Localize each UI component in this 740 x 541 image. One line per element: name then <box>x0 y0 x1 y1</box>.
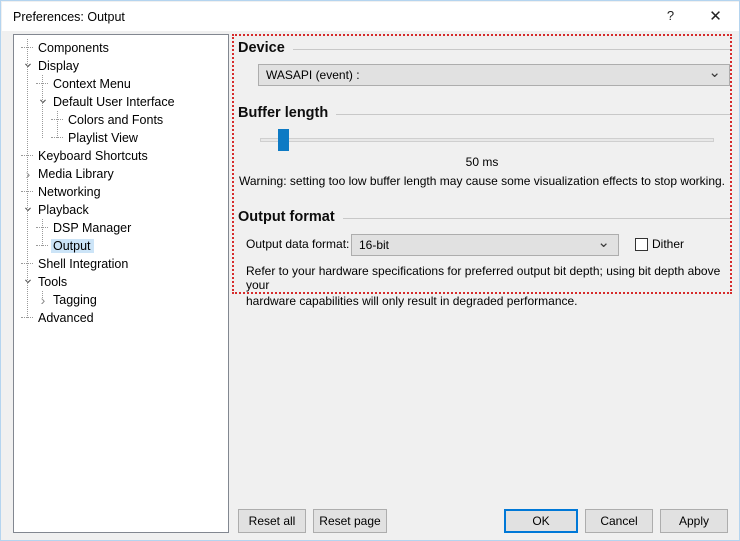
sidebar-item-label: Playlist View <box>68 131 138 145</box>
device-group: Device WASAPI (event) : <box>234 38 730 86</box>
tree-branch-line <box>50 111 66 129</box>
chevron-right-icon[interactable] <box>35 291 51 309</box>
window-title: Preferences: Output <box>13 9 125 24</box>
dither-checkbox[interactable]: Dither <box>635 237 684 251</box>
output-data-format-dropdown[interactable]: 16-bit <box>351 234 619 256</box>
device-dropdown-value: WASAPI (event) : <box>266 68 360 82</box>
apply-button[interactable]: Apply <box>660 509 728 533</box>
sidebar-item-playlist-view[interactable]: Playlist View <box>14 129 228 147</box>
preferences-tree[interactable]: Components Display Context Menu Default Use… <box>13 34 229 533</box>
sidebar-item-advanced[interactable]: Advanced <box>14 309 228 327</box>
tree-branch-line <box>20 147 36 165</box>
tree-connector-line <box>42 75 43 138</box>
ok-button[interactable]: OK <box>504 509 578 533</box>
sidebar-item-output[interactable]: Output <box>14 237 228 255</box>
sidebar-item-label: Output <box>51 239 94 253</box>
preferences-window: Preferences: Output ? ✕ Components Displa… <box>0 0 740 541</box>
chevron-down-icon[interactable] <box>20 273 36 291</box>
sidebar-item-label: Media Library <box>38 167 114 181</box>
reset-all-button[interactable]: Reset all <box>238 509 306 533</box>
buffer-length-value: 50 ms <box>465 155 499 169</box>
cancel-button[interactable]: Cancel <box>585 509 653 533</box>
slider-thumb[interactable] <box>278 129 289 151</box>
sidebar-item-label: DSP Manager <box>53 221 132 235</box>
sidebar-item-display[interactable]: Display <box>14 57 228 75</box>
output-format-group: Output format Output data format: 16-bit… <box>234 207 730 308</box>
output-format-hint-line1: Refer to your hardware specifications fo… <box>246 264 721 292</box>
slider-track[interactable] <box>260 138 714 142</box>
sidebar-item-tools[interactable]: Tools <box>14 273 228 291</box>
group-rule <box>342 217 730 219</box>
sidebar-item-label: Keyboard Shortcuts <box>38 149 148 163</box>
device-group-title: Device <box>238 40 285 56</box>
sidebar-item-label: Tools <box>38 275 68 289</box>
sidebar-item-label: Tagging <box>53 293 97 307</box>
device-dropdown[interactable]: WASAPI (event) : <box>258 64 730 86</box>
sidebar-item-colors-and-fonts[interactable]: Colors and Fonts <box>14 111 228 129</box>
sidebar-item-media-library[interactable]: Media Library <box>14 165 228 183</box>
sidebar-item-shell-integration[interactable]: Shell Integration <box>14 255 228 273</box>
group-rule <box>336 113 730 115</box>
buffer-length-warning: Warning: setting too low buffer length m… <box>238 174 726 188</box>
output-settings-panel: Device WASAPI (event) : Buffer length 50… <box>232 34 732 308</box>
sidebar-item-playback[interactable]: Playback <box>14 201 228 219</box>
tree-connector-line <box>27 39 28 318</box>
sidebar-item-keyboard-shortcuts[interactable]: Keyboard Shortcuts <box>14 147 228 165</box>
buffer-length-slider[interactable] <box>246 127 718 153</box>
output-format-group-title: Output format <box>238 209 335 225</box>
sidebar-item-label: Display <box>38 59 79 73</box>
tree-branch-line <box>50 129 66 147</box>
sidebar-item-label: Shell Integration <box>38 257 129 271</box>
chevron-down-icon <box>708 65 721 87</box>
chevron-down-icon[interactable] <box>20 201 36 219</box>
tree-branch-line <box>35 219 51 237</box>
checkbox-box-icon <box>635 237 648 251</box>
sidebar-item-label: Colors and Fonts <box>68 113 164 127</box>
close-icon[interactable]: ✕ <box>693 1 738 30</box>
sidebar-item-label: Components <box>38 41 109 55</box>
sidebar-item-networking[interactable]: Networking <box>14 183 228 201</box>
buffer-length-group-title: Buffer length <box>238 105 329 121</box>
sidebar-item-label: Networking <box>38 185 101 199</box>
tree-connector-line <box>42 291 43 300</box>
sidebar-item-dsp-manager[interactable]: DSP Manager <box>14 219 228 237</box>
chevron-right-icon[interactable] <box>20 165 36 183</box>
dither-label: Dither <box>652 237 685 251</box>
buffer-length-group: Buffer length 50 ms Warning: setting too… <box>234 103 730 188</box>
tree-items: Components Display Context Menu Default Use… <box>14 35 228 327</box>
help-icon[interactable]: ? <box>648 1 693 30</box>
output-data-format-value: 16-bit <box>359 238 390 252</box>
group-rule <box>292 48 730 50</box>
tree-branch-line <box>35 237 51 255</box>
sidebar-item-default-user-interface[interactable]: Default User Interface <box>14 93 228 111</box>
chevron-down-icon[interactable] <box>35 93 51 111</box>
sidebar-item-label: Playback <box>38 203 89 217</box>
sidebar-item-label: Context Menu <box>53 77 131 91</box>
reset-page-button[interactable]: Reset page <box>313 509 387 533</box>
chevron-down-icon <box>597 235 610 257</box>
tree-connector-line <box>57 111 58 138</box>
tree-branch-line <box>20 309 36 327</box>
title-bar: Preferences: Output <box>2 2 739 31</box>
sidebar-item-tagging[interactable]: Tagging <box>14 291 228 309</box>
sidebar-item-label: Advanced <box>38 311 94 325</box>
tree-connector-line <box>42 219 43 246</box>
chevron-down-icon[interactable] <box>20 57 36 75</box>
sidebar-item-label: Default User Interface <box>53 95 175 109</box>
sidebar-item-components[interactable]: Components <box>14 39 228 57</box>
output-data-format-label: Output data format: <box>246 237 350 251</box>
output-format-hint-line2: hardware capabilities will only result i… <box>246 294 578 308</box>
